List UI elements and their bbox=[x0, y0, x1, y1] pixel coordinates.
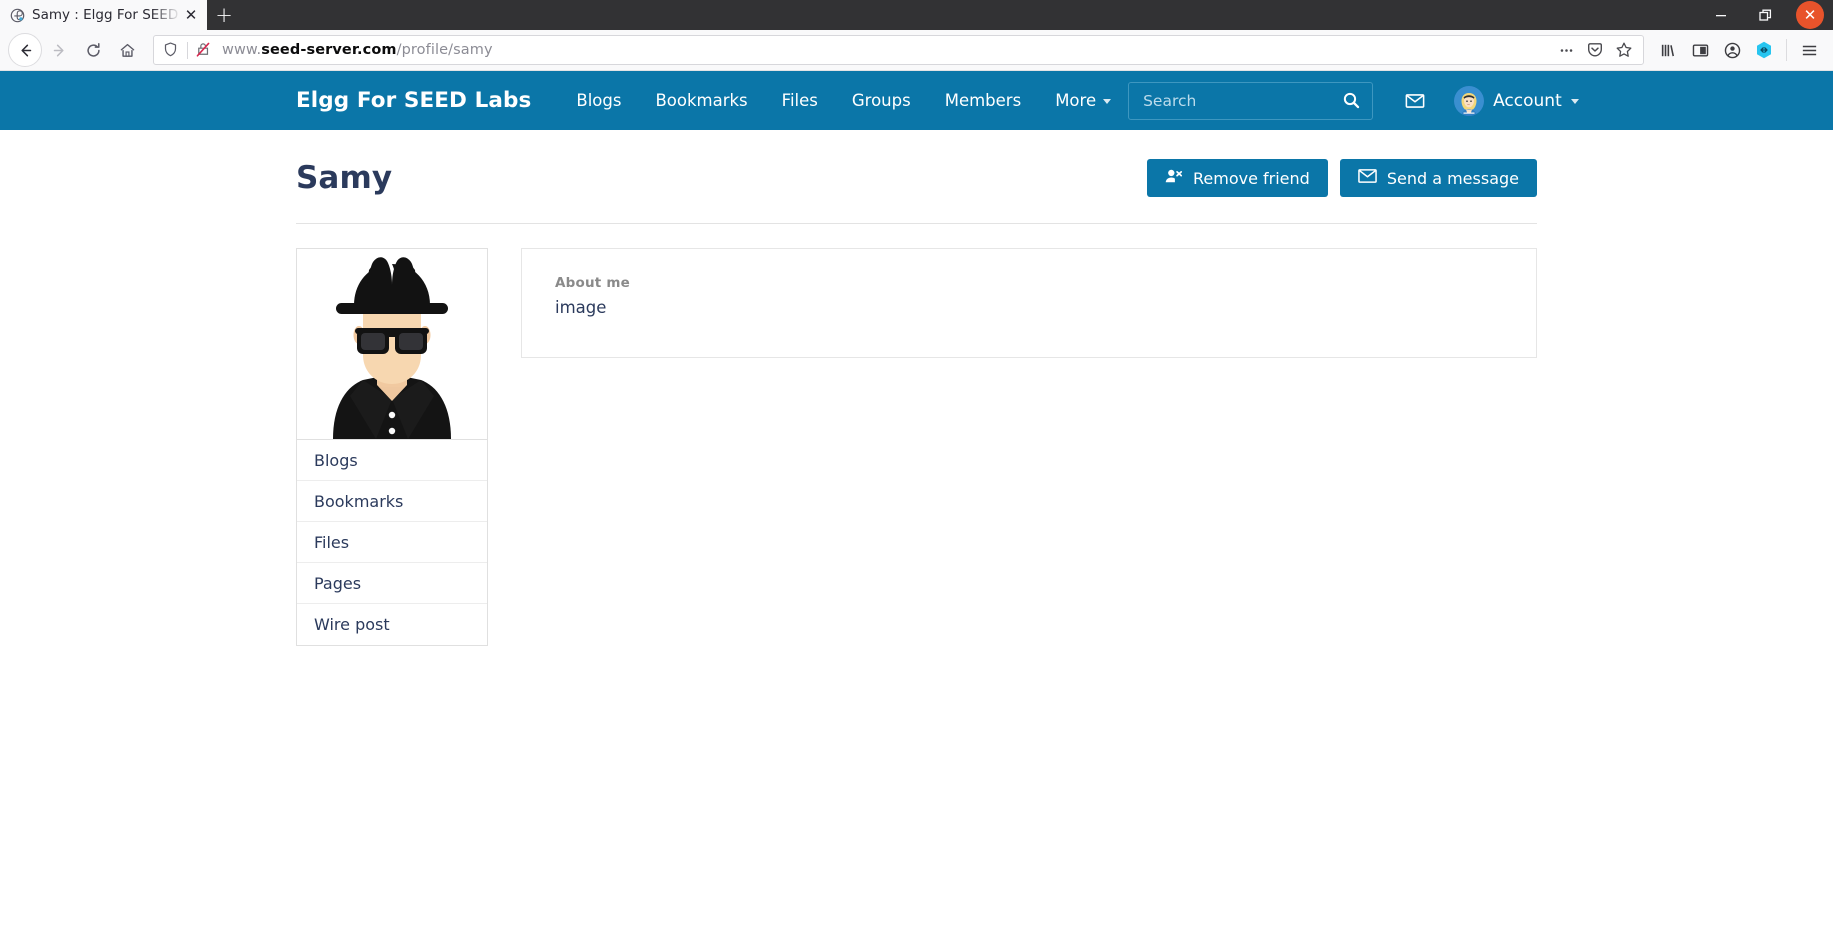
forward-arrow-icon[interactable] bbox=[42, 33, 76, 67]
container-extension-icon[interactable] bbox=[1748, 34, 1780, 66]
about-me-card: About me image bbox=[521, 248, 1537, 358]
browser-toolbar: www.seed-server.com/profile/samy bbox=[0, 30, 1833, 71]
profile-details: About me image bbox=[521, 248, 1537, 646]
sidebar-item-bookmarks[interactable]: Bookmarks bbox=[297, 481, 487, 522]
search-input[interactable] bbox=[1143, 91, 1341, 110]
avatar bbox=[1454, 85, 1485, 116]
about-me-value: image bbox=[555, 298, 607, 317]
nav-item-more[interactable]: More bbox=[1038, 91, 1128, 110]
bookmark-star-icon[interactable] bbox=[1611, 37, 1637, 63]
site-brand[interactable]: Elgg For SEED Labs bbox=[296, 88, 531, 113]
url-divider bbox=[187, 41, 188, 59]
pocket-save-icon[interactable] bbox=[1582, 37, 1608, 63]
profile-body: Blogs Bookmarks Files Pages Wire post Ab… bbox=[296, 224, 1537, 646]
user-remove-icon bbox=[1165, 168, 1183, 188]
url-text[interactable]: www.seed-server.com/profile/samy bbox=[213, 42, 1553, 58]
nav-item-blogs[interactable]: Blogs bbox=[559, 91, 638, 110]
toolbar-divider bbox=[1786, 39, 1787, 61]
chevron-down-icon bbox=[1570, 99, 1579, 104]
header-right-group: Account bbox=[1128, 81, 1579, 120]
maximize-button[interactable] bbox=[1743, 0, 1787, 30]
browser-tab[interactable]: Samy : Elgg For SEED Lab ✕ bbox=[0, 0, 207, 30]
sidebar-item-wire-post[interactable]: Wire post bbox=[297, 604, 487, 645]
url-action-icons bbox=[1553, 37, 1637, 63]
send-message-button[interactable]: Send a message bbox=[1339, 159, 1537, 197]
toolbar-extensions bbox=[1652, 34, 1825, 66]
account-circle-icon[interactable] bbox=[1716, 34, 1748, 66]
about-me-label: About me bbox=[555, 275, 630, 291]
send-message-label: Send a message bbox=[1386, 168, 1519, 188]
library-icon[interactable] bbox=[1652, 34, 1684, 66]
elgg-favicon bbox=[9, 7, 25, 23]
search-icon[interactable] bbox=[1340, 90, 1362, 112]
profile-title-row: Samy Remove friend Send a message bbox=[296, 159, 1537, 224]
minimize-button[interactable] bbox=[1699, 0, 1743, 30]
back-arrow-icon[interactable] bbox=[8, 33, 42, 67]
profile-menu: Blogs Bookmarks Files Pages Wire post bbox=[296, 440, 488, 646]
profile-actions: Remove friend Send a message bbox=[1147, 159, 1537, 197]
nav-item-files[interactable]: Files bbox=[765, 91, 835, 110]
page-actions-ellipsis-icon[interactable] bbox=[1553, 37, 1579, 63]
tracking-protection-shield-icon[interactable] bbox=[162, 41, 180, 59]
sidebar-item-blogs[interactable]: Blogs bbox=[297, 440, 487, 481]
app-menu-icon[interactable] bbox=[1793, 34, 1825, 66]
nav-item-bookmarks[interactable]: Bookmarks bbox=[638, 91, 764, 110]
sidebar-item-pages[interactable]: Pages bbox=[297, 563, 487, 604]
close-window-button[interactable]: ✕ bbox=[1787, 0, 1833, 30]
remove-friend-label: Remove friend bbox=[1193, 168, 1310, 188]
reload-icon[interactable] bbox=[76, 33, 110, 67]
address-bar[interactable]: www.seed-server.com/profile/samy bbox=[153, 35, 1644, 65]
tab-title: Samy : Elgg For SEED Lab bbox=[32, 7, 181, 23]
close-icon: ✕ bbox=[1796, 1, 1824, 29]
nav-item-groups[interactable]: Groups bbox=[835, 91, 928, 110]
new-tab-button[interactable]: + bbox=[207, 0, 241, 30]
window-controls: ✕ bbox=[1699, 0, 1833, 30]
page-title: Samy bbox=[296, 160, 393, 196]
envelope-icon bbox=[1358, 168, 1377, 188]
connection-not-secure-icon[interactable] bbox=[195, 41, 213, 59]
search-box[interactable] bbox=[1128, 81, 1374, 120]
main-navigation: Blogs Bookmarks Files Groups Members Mor… bbox=[559, 91, 1128, 110]
page-content: Samy Remove friend Send a message Blogs … bbox=[296, 130, 1537, 646]
tab-strip: Samy : Elgg For SEED Lab ✕ + ✕ bbox=[0, 0, 1833, 30]
profile-sidebar: Blogs Bookmarks Files Pages Wire post bbox=[296, 248, 488, 646]
samy-spy-avatar[interactable] bbox=[296, 248, 488, 440]
home-icon[interactable] bbox=[110, 33, 144, 67]
browser-window: Samy : Elgg For SEED Lab ✕ + ✕ bbox=[0, 0, 1833, 927]
account-menu[interactable]: Account bbox=[1454, 85, 1579, 116]
chevron-down-icon bbox=[1103, 99, 1112, 104]
remove-friend-button[interactable]: Remove friend bbox=[1147, 159, 1328, 197]
tab-close-icon[interactable]: ✕ bbox=[181, 5, 201, 25]
page-viewport: Elgg For SEED Labs Blogs Bookmarks Files… bbox=[0, 71, 1833, 927]
messages-envelope-icon[interactable] bbox=[1393, 90, 1437, 112]
sidebar-item-files[interactable]: Files bbox=[297, 522, 487, 563]
sidebar-icon[interactable] bbox=[1684, 34, 1716, 66]
nav-item-members[interactable]: Members bbox=[928, 91, 1038, 110]
site-header: Elgg For SEED Labs Blogs Bookmarks Files… bbox=[0, 71, 1833, 130]
account-label: Account bbox=[1493, 90, 1562, 111]
